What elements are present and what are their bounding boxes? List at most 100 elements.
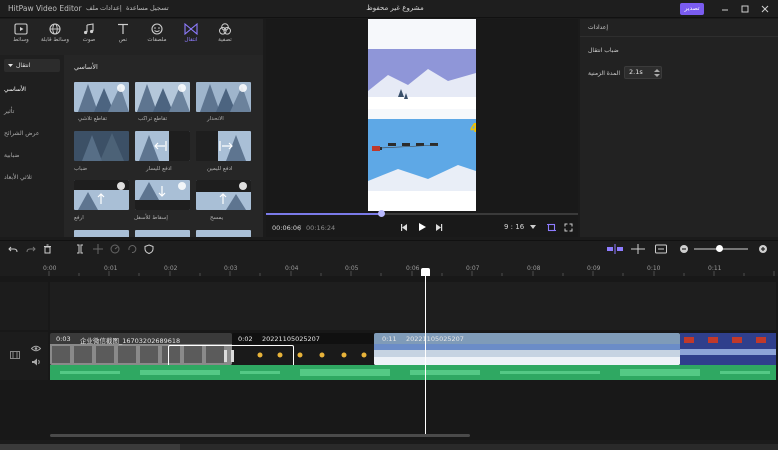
transition-thumb[interactable] <box>74 131 129 161</box>
sidebar-item-effect[interactable]: تأثير <box>4 108 14 115</box>
tool-label: صوت <box>82 37 96 43</box>
audio-waveform[interactable] <box>50 365 776 380</box>
download-icon[interactable] <box>239 84 247 92</box>
caption-icon[interactable] <box>655 244 667 254</box>
snap-icon[interactable] <box>607 244 623 254</box>
category-header-label: انتقال <box>16 62 31 69</box>
sidebar-item-blur[interactable]: ضبابية <box>4 152 19 159</box>
tool-stock-media[interactable]: وسائط قابلة <box>38 23 72 53</box>
transition-thumb[interactable] <box>196 230 251 237</box>
stepper-icon[interactable] <box>654 69 660 77</box>
zoom-in-icon[interactable] <box>758 244 768 254</box>
tool-label: انتقال <box>184 37 198 43</box>
speed-icon[interactable] <box>110 244 120 254</box>
export-button[interactable]: تصدير <box>680 3 704 15</box>
tool-text[interactable]: نص <box>106 23 140 53</box>
video-clip-segment[interactable] <box>680 333 776 365</box>
total-time: 00:16:24 <box>306 224 336 232</box>
transition-thumb[interactable] <box>74 230 129 237</box>
category-sidebar <box>0 55 64 237</box>
empty-track[interactable] <box>50 282 776 330</box>
maximize-icon[interactable] <box>738 2 752 16</box>
transition-marker-icon[interactable] <box>222 349 236 363</box>
sidebar-item-basic[interactable]: الأساسي <box>4 86 26 93</box>
properties-panel: إعدادات ضباب انتقال المدة الزمنية 2.1s <box>580 19 778 237</box>
zoom-slider-handle[interactable] <box>716 245 723 252</box>
clip-name: 20221105025207 <box>406 335 464 343</box>
transition-thumb[interactable] <box>135 230 190 237</box>
bottom-thumbnail-strip <box>0 444 180 450</box>
playhead[interactable] <box>425 270 426 436</box>
tool-filter[interactable]: تصفية <box>208 23 242 53</box>
transition-label: تقاطع تلاشي <box>78 116 108 122</box>
download-icon[interactable] <box>178 182 186 190</box>
video-clip[interactable]: 0:11 20221105025207 <box>374 333 680 365</box>
grid-title: الأساسي <box>74 63 98 71</box>
tool-media[interactable]: وسائط <box>4 23 38 53</box>
properties-title: إعدادات <box>588 24 609 31</box>
fullscreen-icon[interactable] <box>564 223 573 232</box>
delete-icon[interactable] <box>43 244 52 254</box>
undo-icon[interactable] <box>8 244 18 254</box>
seek-handle[interactable] <box>378 210 386 217</box>
caret-down-icon <box>8 64 13 67</box>
tool-label: وسائط <box>13 37 29 43</box>
download-icon[interactable] <box>117 84 125 92</box>
tool-audio[interactable]: صوت <box>72 23 106 53</box>
play-icon[interactable] <box>417 222 427 232</box>
transition-grid: الأساسي تقاطع تلاشي تقاطع تراكب الانحدار… <box>64 55 263 237</box>
app-name: HitPaw Video Editor <box>8 4 82 13</box>
download-icon[interactable] <box>117 182 125 190</box>
close-icon[interactable] <box>758 2 772 16</box>
crop-icon[interactable] <box>547 223 556 232</box>
preview-panel: 4 00:06:06 / 00:16:24 9 : 16 <box>266 19 578 237</box>
transition-label: يمسح <box>210 215 224 221</box>
transition-label: تقاطع تراكب <box>138 116 168 122</box>
tool-stickers[interactable]: ملصقات <box>140 23 174 53</box>
transition-label: ضباب <box>74 166 88 172</box>
split-view-icon[interactable] <box>631 244 645 254</box>
rotate-icon[interactable] <box>127 244 137 254</box>
transition-thumb[interactable] <box>135 131 190 161</box>
shield-icon[interactable] <box>144 244 154 254</box>
minimize-icon[interactable] <box>718 2 732 16</box>
menu-help[interactable]: مساعدة <box>126 4 148 12</box>
download-icon[interactable] <box>178 84 186 92</box>
chevron-down-icon <box>530 225 536 229</box>
globe-icon <box>49 23 61 35</box>
sticker-icon <box>151 23 163 35</box>
clip-duration: 0:02 <box>238 335 253 343</box>
download-icon[interactable] <box>239 182 247 190</box>
crop-tool-icon[interactable] <box>93 244 103 254</box>
horizontal-scrollbar[interactable] <box>50 434 470 437</box>
current-time: 00:06:06 <box>272 224 302 232</box>
transition-thumb[interactable] <box>196 131 251 161</box>
speaker-icon[interactable] <box>31 358 41 366</box>
properties-header <box>580 19 778 37</box>
prev-frame-icon[interactable] <box>400 223 409 232</box>
transition-label: ادفع لليمين <box>207 166 233 172</box>
menu-file[interactable]: ملف <box>86 4 98 12</box>
duration-label: المدة الزمنية <box>588 70 621 77</box>
clip-duration: 0:11 <box>382 335 397 343</box>
video-frame: 4 <box>368 19 476 211</box>
tool-transition[interactable]: انتقال <box>174 23 208 53</box>
transition-label: ادفع لليسار <box>146 166 172 172</box>
playhead-handle[interactable] <box>421 268 430 276</box>
sidebar-item-3d[interactable]: ثلاثي الأبعاد <box>4 174 32 181</box>
transition-icon <box>184 23 198 35</box>
redo-icon[interactable] <box>26 244 36 254</box>
project-title: مشروع غير محفوظ <box>366 4 424 12</box>
menu-signup[interactable]: تسجيل <box>150 4 169 12</box>
next-frame-icon[interactable] <box>434 223 443 232</box>
eye-icon[interactable] <box>31 345 41 352</box>
aspect-ratio-selector[interactable]: 9 : 16 <box>504 223 524 231</box>
transition-label: ارفع <box>74 215 84 221</box>
split-icon[interactable] <box>75 244 85 254</box>
zoom-out-icon[interactable] <box>679 244 689 254</box>
clip-name: 企业微信截图_16703202689618 <box>80 337 181 345</box>
seek-progress <box>266 213 382 215</box>
menu-settings[interactable]: إعدادات <box>100 4 122 12</box>
sidebar-item-slideshow[interactable]: عرض الشرائح <box>4 130 39 137</box>
counter-text: 4 <box>470 121 476 135</box>
